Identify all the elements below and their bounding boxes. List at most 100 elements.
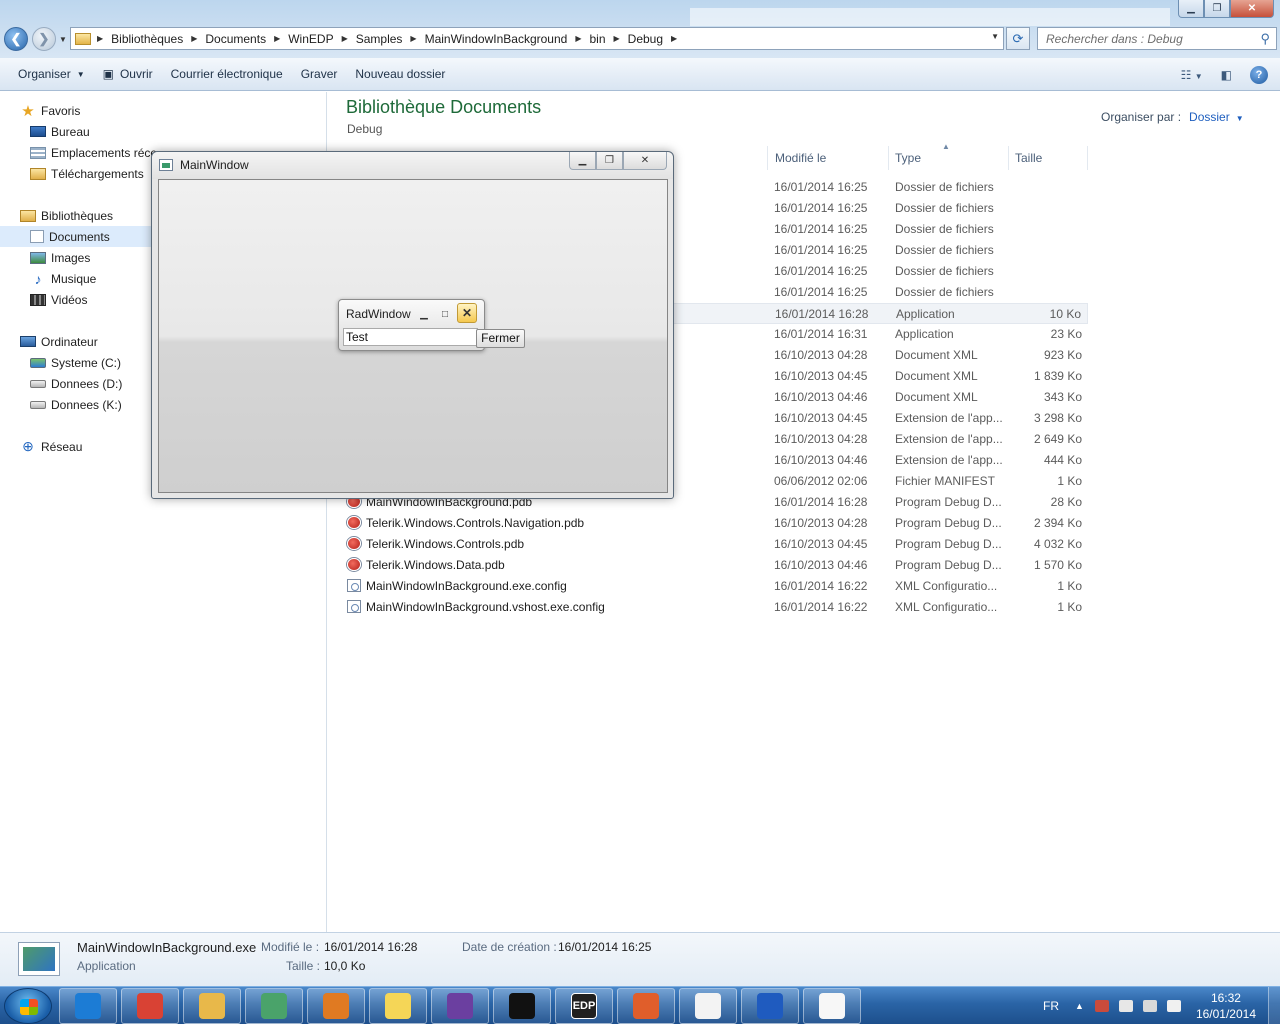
file-name: Telerik.Windows.Controls.Navigation.pdb	[366, 516, 585, 530]
minimize-button[interactable]: ▁	[1178, 0, 1204, 18]
preview-pane-icon[interactable]: ◧	[1221, 68, 1232, 82]
breadcrumb-item[interactable]: Documents ▶	[205, 32, 288, 46]
history-dropdown-icon[interactable]: ▼	[59, 35, 67, 44]
new-folder-button[interactable]: Nouveau dossier	[346, 58, 454, 91]
file-size: 2 394 Ko	[1033, 516, 1082, 530]
rad-window-close-button[interactable]: ✕	[457, 303, 477, 323]
help-icon[interactable]: ?	[1250, 65, 1268, 84]
file-type: Dossier de fichiers	[895, 180, 994, 194]
taskbar-sticky-notes[interactable]	[369, 988, 427, 1024]
network-status-icon[interactable]	[1142, 1000, 1157, 1012]
breadcrumb-item[interactable]: Bibliothèques ▶	[111, 32, 205, 46]
favorites-group: ★ Favoris Bureau Emplacements réce Téléch…	[0, 100, 157, 184]
file-date: 16/10/2013 04:46	[774, 390, 868, 404]
breadcrumb-item[interactable]: MainWindowInBackground ▶	[425, 32, 590, 46]
file-row[interactable]: Telerik.Windows.Controls.Navigation.pdb 1…	[328, 513, 1088, 534]
open-button[interactable]: ▣ Ouvrir	[94, 58, 162, 91]
file-type: Extension de l'app...	[895, 411, 1003, 425]
breadcrumb-item[interactable]: bin ▶	[589, 32, 627, 46]
search-input[interactable]: Rechercher dans : Debug ⚲	[1037, 27, 1277, 50]
system-tray: FR ▲ 16:32 16/01/2014	[1043, 987, 1280, 1024]
file-thumbnail	[18, 942, 60, 976]
taskbar-explorer[interactable]	[183, 988, 241, 1024]
breadcrumb-separator[interactable]: ▶	[97, 34, 111, 43]
file-row[interactable]: Telerik.Windows.Controls.pdb 16/10/2013 0…	[328, 534, 1088, 555]
nav-item-drive-d[interactable]: Donnees (D:)	[0, 373, 122, 394]
clock-time: 16:32	[1210, 991, 1241, 1005]
main-window-close-button[interactable]: ✕	[623, 152, 667, 170]
column-size[interactable]: Taille	[1009, 146, 1088, 170]
library-subtitle: Debug	[347, 122, 383, 136]
explorer-icon	[199, 993, 225, 1019]
rad-window-maximize-button[interactable]: □	[437, 306, 453, 322]
forward-button[interactable]: ❯	[32, 27, 56, 51]
breadcrumb-item[interactable]: WinEDP ▶	[288, 32, 356, 46]
arrange-by[interactable]: Organiser par : Dossier ▼	[1101, 110, 1244, 124]
taskbar-visio[interactable]	[741, 988, 799, 1024]
organize-button[interactable]: Organiser ▼	[0, 58, 94, 91]
command-bar: Organiser ▼ ▣ Ouvrir Courrier électronique…	[0, 58, 1280, 91]
address-dropdown-icon[interactable]: ▼	[991, 32, 999, 41]
start-button[interactable]	[4, 988, 52, 1024]
back-button[interactable]: ❮	[4, 27, 28, 51]
volume-icon[interactable]	[1166, 1000, 1181, 1012]
arrange-value[interactable]: Dossier	[1189, 110, 1230, 124]
file-row[interactable]: MainWindowInBackground.vshost.exe.config…	[328, 597, 1088, 618]
action-center-icon[interactable]	[1094, 1000, 1109, 1012]
address-bar[interactable]: ▶ Bibliothèques ▶ Documents ▶ WinEDP ▶ Samp…	[70, 27, 1004, 50]
nav-computer[interactable]: Ordinateur	[0, 331, 122, 352]
blurred-background	[690, 8, 1170, 26]
column-date[interactable]: Modifié le	[769, 146, 889, 170]
nav-item-drive-c[interactable]: Systeme (C:)	[0, 352, 122, 373]
show-hidden-icons-icon[interactable]: ▲	[1075, 1001, 1084, 1011]
search-icon[interactable]: ⚲	[1260, 31, 1270, 47]
file-size: 28 Ko	[1050, 495, 1082, 509]
close-button[interactable]: ✕	[1230, 0, 1274, 18]
device-icon[interactable]	[1118, 1000, 1133, 1012]
taskbar-notepad-plus[interactable]	[679, 988, 737, 1024]
main-window-minimize-button[interactable]: ▁	[569, 152, 596, 170]
taskbar-outlook[interactable]	[307, 988, 365, 1024]
email-button[interactable]: Courrier électronique	[162, 58, 292, 91]
nav-item-downloads[interactable]: Téléchargements	[0, 163, 157, 184]
file-name: MainWindowInBackground.exe.config	[366, 579, 567, 593]
language-indicator[interactable]: FR	[1043, 999, 1059, 1013]
taskbar-micro-edp[interactable]: EDP	[555, 988, 613, 1024]
taskbar-visual-studio[interactable]	[431, 988, 489, 1024]
close-fermer-button[interactable]: Fermer	[476, 329, 525, 348]
nav-favorites[interactable]: ★ Favoris	[0, 100, 157, 121]
taskbar-network-tool[interactable]	[245, 988, 303, 1024]
file-date: 16/01/2014 16:25	[774, 264, 868, 278]
system-drive-icon	[30, 357, 46, 368]
nav-network[interactable]: ⊕ Réseau	[0, 436, 82, 457]
nav-item-drive-k[interactable]: Donnees (K:)	[0, 394, 122, 415]
main-window-maximize-button[interactable]: ❐	[596, 152, 623, 170]
file-type: XML Configuratio...	[895, 579, 998, 593]
clock[interactable]: 16:32 16/01/2014	[1196, 990, 1256, 1022]
taskbar-paint-tool[interactable]	[617, 988, 675, 1024]
taskbar-internet-explorer[interactable]	[59, 988, 117, 1024]
file-name: MainWindowInBackground.vshost.exe.config	[366, 600, 605, 614]
view-options-icon[interactable]: ☷ ▼	[1181, 68, 1203, 82]
rad-window-text-input[interactable]: Test	[343, 328, 478, 346]
main-window-title-bar[interactable]: MainWindow ▁ ❐ ✕	[152, 152, 673, 179]
rad-window-title[interactable]: RadWindow	[346, 307, 411, 321]
breadcrumb-item[interactable]: Debug ▶	[628, 32, 686, 46]
nav-item-recent-places[interactable]: Emplacements réce	[0, 142, 157, 163]
file-date: 16/10/2013 04:28	[774, 432, 868, 446]
burn-button[interactable]: Graver	[292, 58, 347, 91]
breadcrumb-item[interactable]: Samples ▶	[356, 32, 425, 46]
file-type: Application	[896, 307, 955, 321]
taskbar-chrome[interactable]	[121, 988, 179, 1024]
taskbar-document-viewer[interactable]	[803, 988, 861, 1024]
file-date: 06/06/2012 02:06	[774, 474, 868, 488]
nav-item-documents[interactable]: Documents	[0, 226, 160, 247]
taskbar-command-prompt[interactable]	[493, 988, 551, 1024]
nav-item-desktop[interactable]: Bureau	[0, 121, 157, 142]
file-row[interactable]: MainWindowInBackground.exe.config 16/01/2…	[328, 576, 1088, 597]
show-desktop-button[interactable]	[1268, 987, 1280, 1024]
maximize-button[interactable]: ❐	[1204, 0, 1230, 18]
rad-window-minimize-button[interactable]: ▁	[416, 306, 432, 322]
refresh-button[interactable]: ⟳	[1006, 27, 1030, 50]
file-row[interactable]: Telerik.Windows.Data.pdb 16/10/2013 04:46…	[328, 555, 1088, 576]
